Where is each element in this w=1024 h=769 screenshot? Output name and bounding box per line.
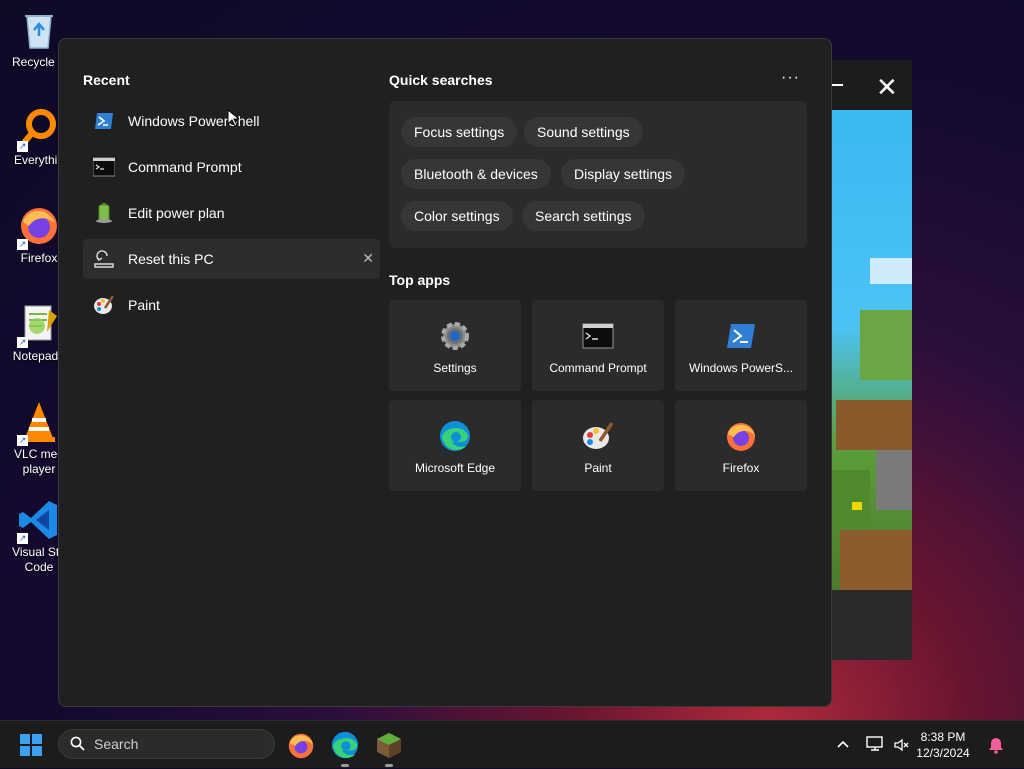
shortcut-arrow-icon: ↗ (17, 239, 28, 250)
more-options-button[interactable]: ··· (781, 69, 800, 87)
recent-item-reset-this-pc[interactable]: Reset this PC ✕ (83, 239, 380, 279)
app-tile-label: Paint (584, 461, 612, 475)
quick-searches-title: Quick searches (389, 72, 493, 88)
mouse-cursor-icon (227, 109, 239, 127)
start-button[interactable] (20, 734, 42, 756)
taskbar-app-firefox[interactable] (286, 730, 316, 760)
chip-color-settings[interactable]: Color settings (401, 201, 513, 231)
top-app-windows-powershell[interactable]: Windows PowerS... (675, 300, 807, 391)
windows-logo-icon (20, 734, 42, 756)
top-app-command-prompt[interactable]: Command Prompt (532, 300, 664, 391)
window-bottom-area (830, 590, 912, 660)
shortcut-arrow-icon: ↗ (17, 435, 28, 446)
recent-item-command-prompt[interactable]: Command Prompt (83, 147, 380, 187)
recent-item-label: Command Prompt (128, 159, 242, 175)
search-icon (70, 736, 85, 751)
paint-icon (582, 420, 614, 452)
recent-item-edit-power-plan[interactable]: Edit power plan (83, 193, 380, 233)
top-app-firefox[interactable]: Firefox (675, 400, 807, 491)
paint-icon (93, 294, 115, 316)
search-placeholder: Search (94, 736, 139, 752)
powershell-icon (725, 320, 757, 352)
notification-bell-icon (989, 738, 1003, 754)
powershell-icon (93, 110, 115, 132)
app-tile-label: Command Prompt (549, 361, 647, 375)
volume-muted-icon (894, 738, 909, 752)
shortcut-arrow-icon: ↗ (17, 337, 28, 348)
taskbar-search-box[interactable]: Search (58, 729, 275, 759)
taskbar-app-minecraft[interactable] (374, 730, 404, 767)
game-viewport (830, 110, 912, 590)
taskbar-clock[interactable]: 8:38 PM 12/3/2024 (910, 729, 976, 761)
app-tile-label: Microsoft Edge (414, 461, 496, 475)
vscode-icon: ↗ (17, 498, 61, 544)
background-app-window[interactable]: ✕ (820, 60, 912, 660)
recent-item-label: Paint (128, 297, 160, 313)
notepad-plus-plus-icon: ↗ (17, 302, 61, 348)
command-prompt-icon (582, 320, 614, 352)
edge-icon (439, 420, 471, 452)
recent-list: Windows PowerShell Command Prompt Edit p… (83, 101, 380, 331)
recent-section-title: Recent (83, 72, 130, 88)
app-tile-label: Windows PowerS... (688, 361, 794, 375)
chip-focus-settings[interactable]: Focus settings (401, 117, 518, 147)
shortcut-arrow-icon: ↗ (17, 533, 28, 544)
close-icon[interactable]: ✕ (876, 72, 898, 103)
command-prompt-icon (92, 156, 116, 178)
app-tile-label: Settings (433, 361, 477, 375)
vlc-icon: ↗ (17, 400, 61, 446)
firefox-icon: ↗ (17, 204, 61, 250)
firefox-icon (288, 733, 314, 759)
clock-time: 8:38 PM (920, 730, 966, 744)
firefox-icon (725, 420, 757, 452)
recent-item-paint[interactable]: Paint (83, 285, 380, 325)
quick-searches-panel: Focus settings Sound settings Bluetooth … (389, 101, 807, 248)
recent-item-label: Reset this PC (128, 251, 214, 267)
chip-sound-settings[interactable]: Sound settings (524, 117, 643, 147)
recent-item-label: Edit power plan (128, 205, 225, 221)
top-app-paint[interactable]: Paint (532, 400, 664, 491)
running-indicator (341, 764, 349, 767)
chip-display-settings[interactable]: Display settings (561, 159, 686, 189)
window-titlebar[interactable]: ✕ (820, 60, 912, 110)
settings-gear-icon (439, 320, 471, 352)
remove-from-list-icon[interactable]: ✕ (362, 250, 374, 267)
clock-date: 12/3/2024 (916, 746, 970, 760)
minecraft-icon (377, 733, 401, 758)
top-app-settings[interactable]: Settings (389, 300, 521, 391)
top-apps-title: Top apps (389, 272, 451, 288)
reset-pc-icon (93, 248, 115, 270)
recent-item-label: Windows PowerShell (128, 113, 260, 129)
app-tile-label: Firefox (722, 461, 760, 475)
everything-search-icon: ↗ (17, 106, 61, 152)
chevron-up-icon (837, 740, 849, 748)
network-icon (866, 736, 883, 751)
chip-search-settings[interactable]: Search settings (522, 201, 645, 231)
top-app-microsoft-edge[interactable]: Microsoft Edge (389, 400, 521, 491)
taskbar-app-edge[interactable] (330, 730, 360, 767)
chip-bluetooth-devices[interactable]: Bluetooth & devices (401, 159, 551, 189)
battery-icon (93, 202, 115, 224)
shortcut-arrow-icon: ↗ (17, 141, 28, 152)
minimize-icon[interactable] (832, 84, 843, 86)
taskbar: Search 8:38 PM 12/3/2024 (0, 720, 1024, 768)
recycle-bin-icon (17, 8, 61, 52)
search-flyout: Recent Windows PowerShell Command Prompt… (58, 38, 832, 707)
running-indicator (385, 764, 393, 767)
edge-icon (331, 731, 359, 759)
